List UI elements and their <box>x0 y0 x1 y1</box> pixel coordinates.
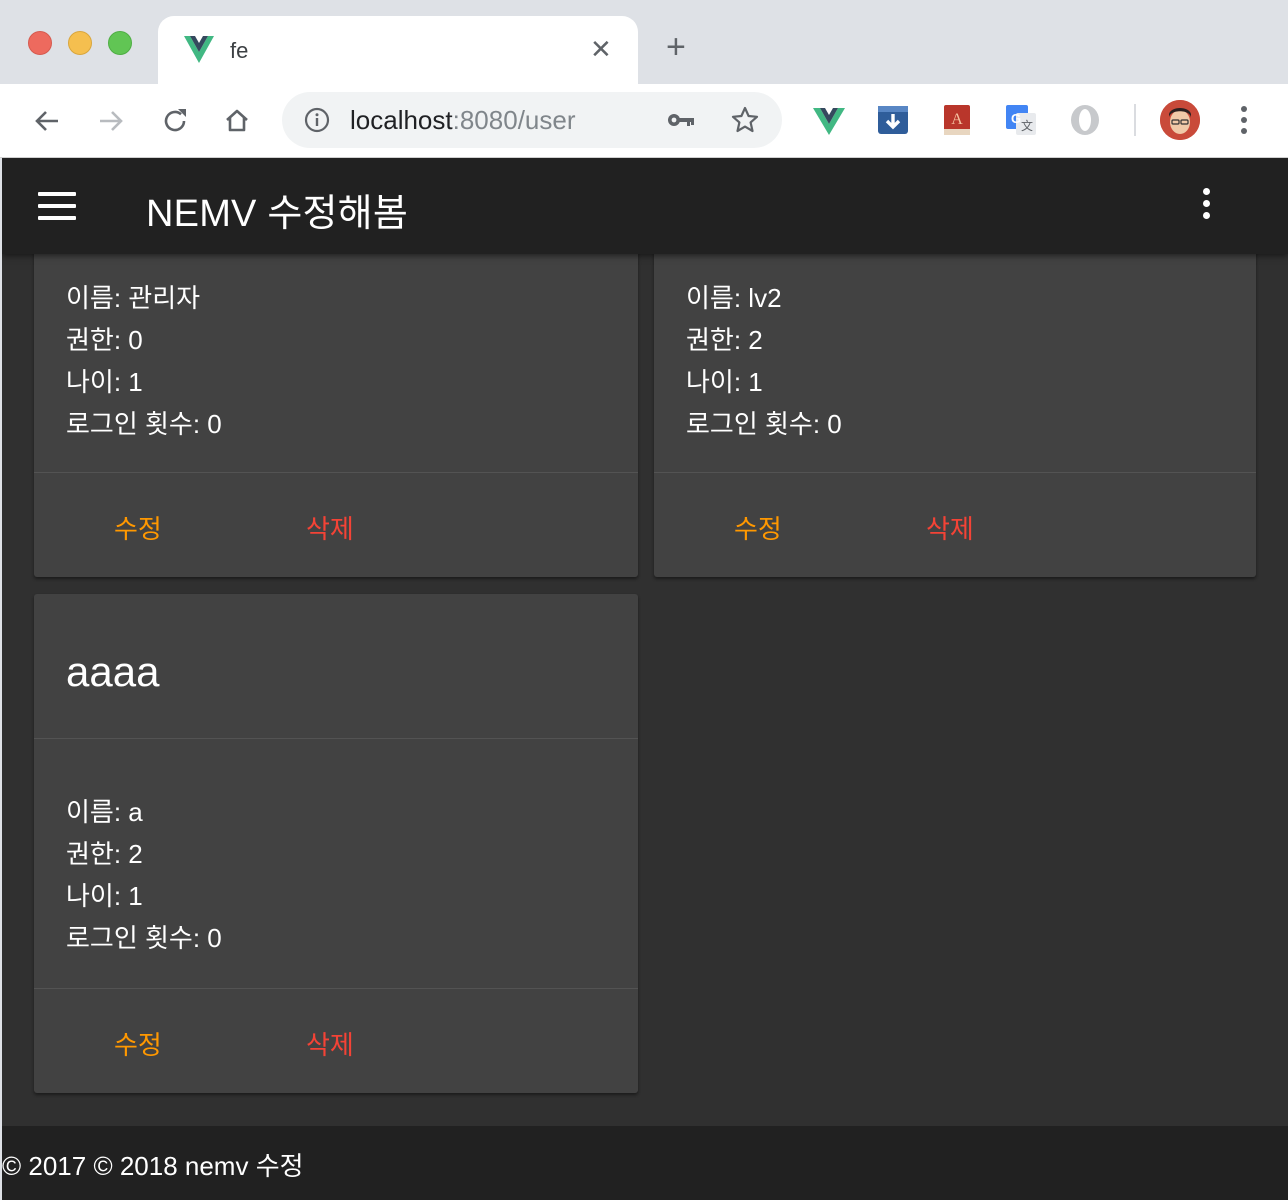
window-zoom-button[interactable] <box>108 31 132 55</box>
user-name: 이름: a <box>66 797 143 827</box>
toolbar-divider <box>1134 104 1136 136</box>
app-toolbar: NEMV 수정해봄 <box>2 158 1288 254</box>
reload-button[interactable] <box>156 102 194 140</box>
browser-toolbar: localhost:8080/user A G 文 <box>0 84 1288 158</box>
user-login-count: 로그인 횟수: 0 <box>66 409 222 439</box>
user-level: 권한: 2 <box>686 325 763 355</box>
app-footer: © 2017 © 2018 nemv 수정 <box>2 1126 1288 1200</box>
app-title: NEMV 수정해봄 <box>146 193 408 235</box>
more-vert-icon[interactable] <box>1198 188 1214 224</box>
browser-menu-icon[interactable] <box>1230 104 1258 136</box>
home-button[interactable] <box>218 102 256 140</box>
vue-logo-icon <box>184 36 214 63</box>
arrow-right-icon <box>100 111 123 131</box>
user-name: 이름: 관리자 <box>66 283 201 313</box>
window-close-button[interactable] <box>28 31 52 55</box>
back-button[interactable] <box>28 102 66 140</box>
edit-button[interactable]: 수정 <box>114 1025 162 1062</box>
dictionary-icon[interactable]: A <box>940 102 974 138</box>
user-level: 권한: 2 <box>66 839 143 869</box>
menu-icon[interactable] <box>38 192 76 220</box>
vue-devtools-icon[interactable] <box>812 102 846 138</box>
tab-close-icon[interactable]: ✕ <box>590 34 612 64</box>
svg-text:G: G <box>1011 111 1021 126</box>
delete-button[interactable]: 삭제 <box>306 509 354 546</box>
opera-icon[interactable] <box>1068 102 1102 138</box>
user-level: 권한: 0 <box>66 325 143 355</box>
new-tab-button[interactable]: + <box>666 30 686 64</box>
user-age: 나이: 1 <box>66 881 143 911</box>
avatar-icon <box>1160 100 1200 140</box>
window-minimize-button[interactable] <box>68 31 92 55</box>
browser-tab[interactable]: fe ✕ <box>158 16 638 86</box>
info-icon[interactable] <box>304 107 330 133</box>
user-login-count: 로그인 횟수: 0 <box>66 923 222 953</box>
tab-title: fe <box>230 38 249 63</box>
star-icon[interactable] <box>730 105 760 135</box>
delete-button[interactable]: 삭제 <box>306 1025 354 1062</box>
download-icon[interactable] <box>876 102 910 138</box>
card-divider <box>34 738 638 739</box>
card-divider <box>34 988 638 989</box>
home-icon <box>226 109 248 132</box>
card-divider <box>34 472 638 473</box>
user-card: aaaa 이름: a 권한: 2 나이: 1 로그인 횟수: 0 수정 삭제 <box>34 594 638 1093</box>
key-icon[interactable] <box>666 108 696 132</box>
profile-avatar[interactable] <box>1160 100 1200 140</box>
address-bar[interactable]: localhost:8080/user <box>282 92 782 148</box>
url-text: localhost:8080/user <box>350 105 576 136</box>
edit-button[interactable]: 수정 <box>114 509 162 546</box>
reload-icon <box>164 109 186 132</box>
user-login-count: 로그인 횟수: 0 <box>686 409 842 439</box>
svg-text:A: A <box>951 111 963 128</box>
forward-button[interactable] <box>92 102 130 140</box>
edit-button[interactable]: 수정 <box>734 509 782 546</box>
footer-text: © 2017 © 2018 nemv 수정 <box>2 1151 304 1181</box>
user-age: 나이: 1 <box>686 367 763 397</box>
user-age: 나이: 1 <box>66 367 143 397</box>
svg-text:文: 文 <box>1021 118 1033 133</box>
card-divider <box>654 472 1256 473</box>
user-card: 이름: 관리자 권한: 0 나이: 1 로그인 횟수: 0 수정 삭제 <box>34 198 638 577</box>
arrow-left-icon <box>35 111 58 131</box>
browser-tabstrip: fe ✕ + <box>0 0 1288 86</box>
url-path: :8080/user <box>452 105 576 135</box>
google-translate-icon[interactable]: G 文 <box>1004 102 1038 138</box>
user-name: 이름: lv2 <box>686 283 782 313</box>
page-viewport: NEMV 수정해봄 이름: 관리자 권한: 0 나이: 1 로그인 횟수: 0 … <box>2 158 1288 1200</box>
delete-button[interactable]: 삭제 <box>926 509 974 546</box>
user-card: 이름: lv2 권한: 2 나이: 1 로그인 횟수: 0 수정 삭제 <box>654 198 1256 577</box>
url-host: localhost <box>350 105 453 135</box>
card-title: aaaa <box>66 648 160 695</box>
